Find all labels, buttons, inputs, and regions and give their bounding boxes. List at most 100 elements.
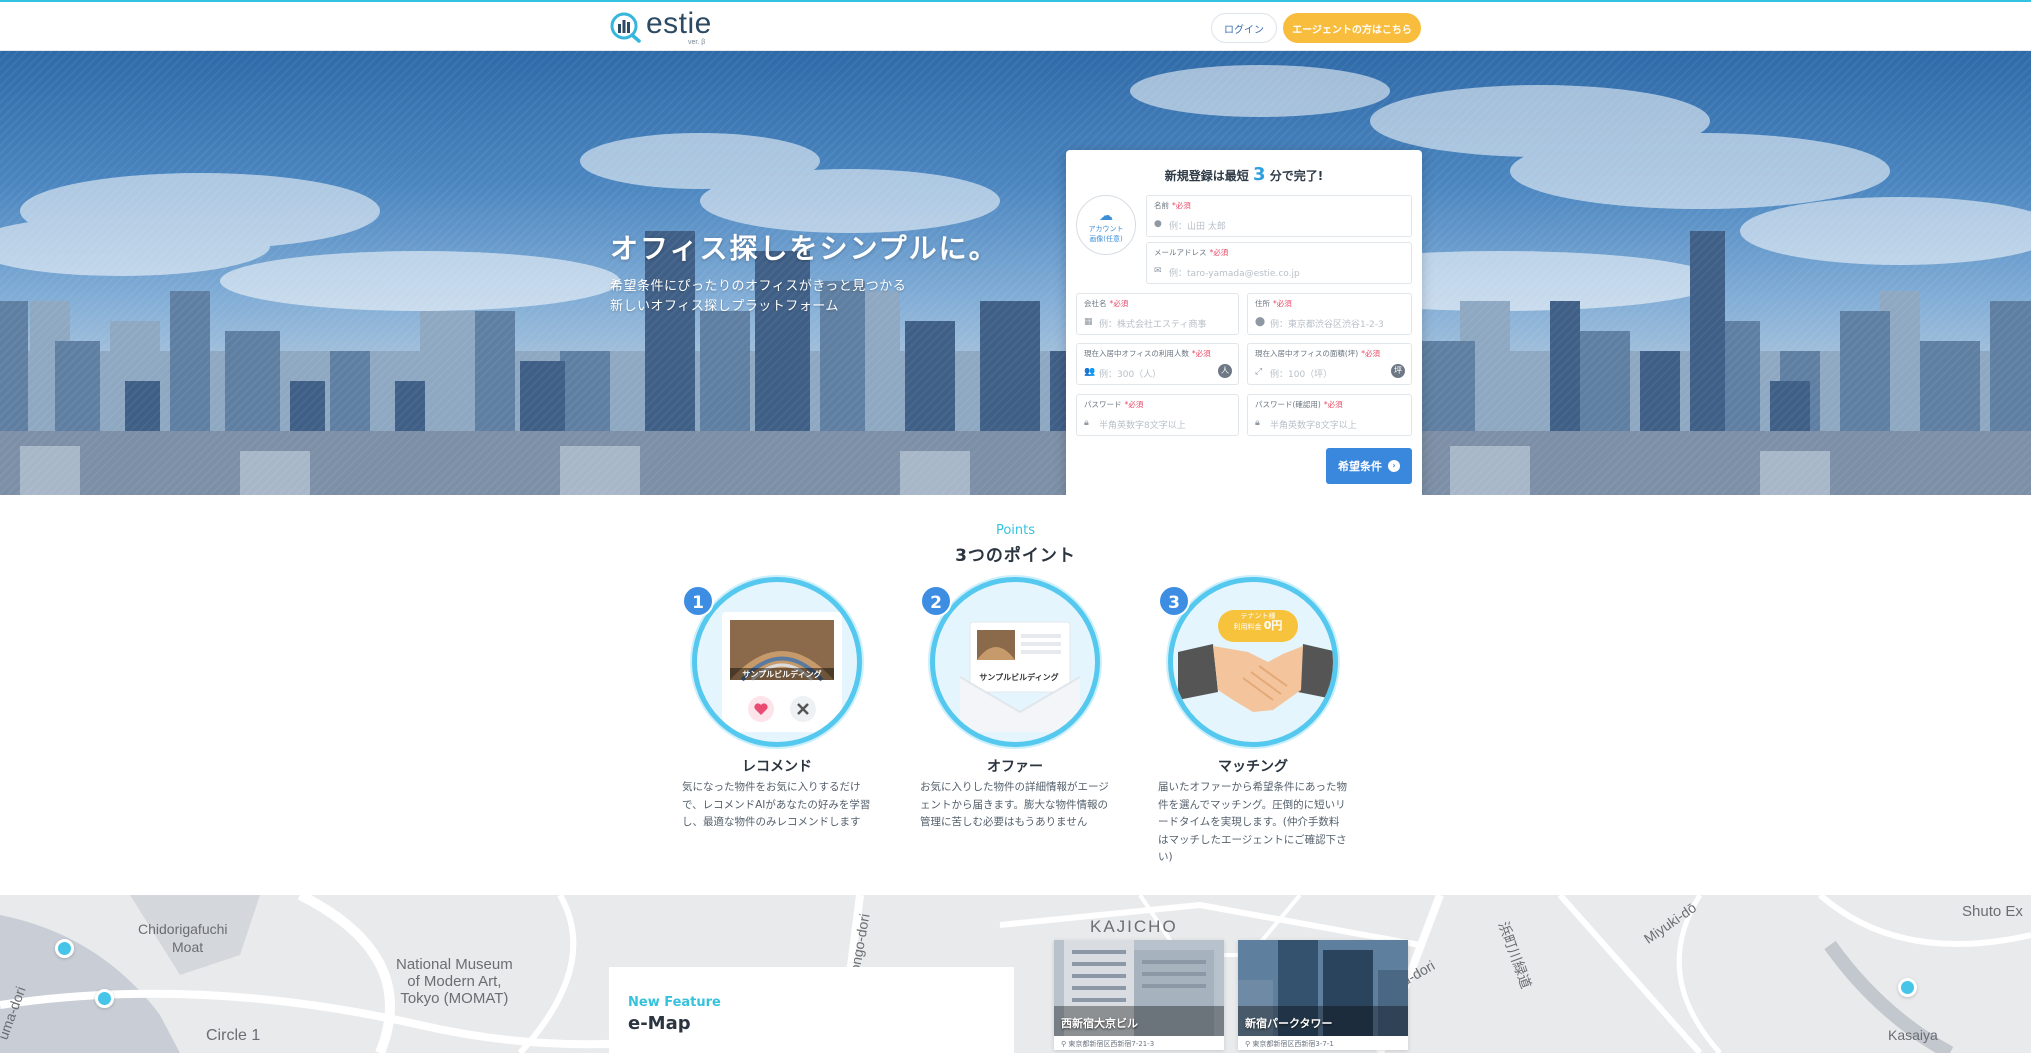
map-label-museum: National Museum of Modern Art, Tokyo (MO…	[396, 956, 513, 1007]
name-field[interactable]: 名前 *必須 ● 例：山田 太郎	[1146, 195, 1412, 237]
offer-illustration: サンプルビルディング	[930, 577, 1100, 747]
hero-overlay	[0, 51, 2031, 495]
address-field[interactable]: 住所 *必須 ⬤ 例：東京都渋谷区渋谷1-2-3	[1247, 293, 1412, 335]
map-label-museum-line2: of Modern Art,	[407, 973, 502, 990]
hero-section: オフィス探しをシンプルに。 希望条件にぴったりのオフィスがきっと見つかる 新しい…	[0, 51, 2031, 495]
feature-eyebrow: New Feature	[628, 995, 721, 1010]
point-matching: テナント様 利用料金 0円 3 マッチング 届いたオファーから希望条件にあった物…	[1158, 577, 1348, 867]
building-icon: ▦	[1084, 317, 1093, 327]
building-card[interactable]: 新宿パークタワー ⚲ 東京都新宿区西新宿3-7-1	[1238, 940, 1408, 1050]
tsubo-unit-icon: 坪	[1391, 364, 1405, 378]
building-address-text: 東京都新宿区西新宿3-7-1	[1252, 1040, 1334, 1048]
map-pin[interactable]	[55, 939, 74, 958]
matching-illustration: テナント様 利用料金 0円	[1168, 577, 1338, 747]
name-label: 名前 *必須	[1154, 200, 1191, 211]
fee-bubble-value: 0円	[1263, 619, 1283, 632]
company-placeholder: 例：株式会社エスティ商事	[1099, 320, 1207, 330]
logo-text: estie	[646, 7, 712, 40]
next-step-button[interactable]: 希望条件 ›	[1326, 448, 1412, 484]
map-label-kajicho: KAJICHO	[1090, 917, 1178, 936]
point-name: オファー	[987, 759, 1043, 775]
emap-feature-card: New Feature e-Map	[609, 967, 1014, 1053]
area-label: 現在入居中オフィスの面積(坪) *必須	[1255, 348, 1380, 359]
logo-icon	[610, 12, 641, 43]
point-number-badge: 1	[682, 585, 714, 617]
handshake-icon	[1178, 610, 1333, 712]
expand-icon: ⤢	[1255, 367, 1263, 377]
login-button[interactable]: ログイン	[1211, 13, 1277, 43]
required-mark: *必須	[1172, 201, 1191, 210]
fee-bubble-line2: 利用料金 0円	[1218, 619, 1298, 632]
form-title-suffix: 分で完了!	[1269, 169, 1324, 183]
building-address-text: 東京都新宿区西新宿7-21-3	[1068, 1040, 1155, 1048]
users-icon: 👥	[1084, 367, 1096, 377]
avatar-upload-button[interactable]: ☁ アカウント 画像(任意)	[1076, 195, 1136, 255]
next-step-label: 希望条件	[1338, 460, 1382, 473]
address-label-text: 住所	[1255, 299, 1270, 308]
envelope-icon	[959, 621, 1081, 732]
area-label-text: 現在入居中オフィスの面積(坪)	[1255, 349, 1359, 358]
map-pin[interactable]	[1898, 978, 1917, 997]
email-field[interactable]: メールアドレス *必須 ✉ 例：taro-yamada@estie.co.jp	[1146, 242, 1412, 284]
points-title: 3つのポイント	[955, 546, 1076, 566]
registration-form: 新規登録は最短 3 分で完了! ☁ アカウント 画像(任意) 名前 *必須 ● 例…	[1066, 150, 1422, 495]
name-placeholder: 例：山田 太郎	[1169, 222, 1226, 232]
name-label-text: 名前	[1154, 201, 1169, 210]
map-label-museum-line1: National Museum	[396, 956, 513, 973]
form-title-prefix: 新規登録は最短	[1164, 169, 1249, 183]
point-description: 届いたオファーから希望条件にあった物件を選んでマッチング。圧倒的に短いリードタイ…	[1158, 781, 1347, 863]
map-label-circle1: Circle 1	[206, 1027, 261, 1044]
required-mark: *必須	[1124, 400, 1144, 409]
building-address: ⚲ 東京都新宿区西新宿7-21-3	[1061, 1039, 1154, 1049]
point-description: お気に入りした物件の詳細情報がエージェントから届きます。膨大な物件情報の管理に苦…	[920, 781, 1109, 828]
recommend-card-label: サンプルビルディング	[742, 670, 822, 679]
form-title: 新規登録は最短 3 分で完了!	[1066, 164, 1422, 185]
points-eyebrow: Points	[995, 523, 1036, 538]
user-icon: ●	[1154, 219, 1162, 229]
hero-subtitle-line1: 希望条件にぴったりのオフィスがきっと見つかる	[610, 279, 907, 294]
required-mark: *必須	[1361, 349, 1380, 358]
area-placeholder: 例：100（坪）	[1270, 370, 1333, 380]
email-label-text: メールアドレス	[1154, 248, 1207, 257]
users-count-placeholder: 例：300（人）	[1099, 370, 1162, 380]
point-number-badge: 3	[1158, 585, 1190, 617]
company-field[interactable]: 会社名 *必須 ▦ 例：株式会社エスティ商事	[1076, 293, 1239, 335]
point-name: レコメンド	[742, 759, 812, 775]
point-name: マッチング	[1218, 759, 1288, 775]
hero-subtitle: 希望条件にぴったりのオフィスがきっと見つかる 新しいオフィス探しプラットフォーム	[610, 277, 906, 317]
area-field[interactable]: 現在入居中オフィスの面積(坪) *必須 ⤢ 例：100（坪） 坪	[1247, 343, 1412, 385]
person-unit-icon: 人	[1218, 364, 1232, 378]
password-confirm-placeholder: 半角英数字8文字以上	[1270, 421, 1357, 431]
offer-card-label: サンプルビルディング	[979, 673, 1059, 682]
agent-button[interactable]: エージェントの方はこちら	[1283, 13, 1421, 43]
required-mark: *必須	[1273, 299, 1292, 308]
logo[interactable]: estie ver. β	[610, 7, 712, 46]
email-placeholder: 例：taro-yamada@estie.co.jp	[1169, 269, 1300, 279]
map-pin[interactable]	[95, 989, 114, 1008]
fee-bubble-label: 利用料金	[1233, 623, 1262, 631]
email-label: メールアドレス *必須	[1154, 247, 1228, 258]
recommend-card-icon	[722, 612, 842, 732]
fee-bubble-line1: テナント様	[1240, 612, 1276, 620]
logo-version: ver. β	[688, 39, 706, 46]
location-pin-icon: ⬤	[1255, 317, 1266, 327]
emap-section: Chidorigafuchi Moat National Museum of M…	[0, 895, 2031, 1053]
password-label: パスワード *必須	[1084, 399, 1143, 410]
password-field[interactable]: パスワード *必須 🔒︎ 半角英数字8文字以上	[1076, 394, 1239, 436]
required-mark: *必須	[1323, 400, 1343, 409]
building-name: 西新宿大京ビル	[1061, 1017, 1138, 1030]
building-name: 新宿パークタワー	[1245, 1017, 1333, 1030]
map-label-shuto: Shuto Ex	[1962, 903, 2023, 920]
feature-title: e-Map	[628, 1013, 691, 1034]
map-label-moat: Moat	[172, 939, 204, 955]
users-count-field[interactable]: 現在入居中オフィスの利用人数 *必須 👥 例：300（人） 人	[1076, 343, 1239, 385]
users-count-label: 現在入居中オフィスの利用人数 *必須	[1084, 348, 1211, 359]
password-confirm-field[interactable]: パスワード(確認用) *必須 🔒︎ 半角英数字8文字以上	[1247, 394, 1412, 436]
required-mark: *必須	[1209, 248, 1229, 257]
lock-icon: 🔒︎	[1084, 418, 1089, 428]
address-label: 住所 *必須	[1255, 298, 1292, 309]
password-label-text: パスワード	[1084, 400, 1122, 409]
chevron-right-icon: ›	[1388, 460, 1400, 472]
building-card[interactable]: 西新宿大京ビル ⚲ 東京都新宿区西新宿7-21-3	[1054, 940, 1224, 1050]
point-description: 気になった物件をお気に入りするだけで、レコメンドAIがあなたの好みを学習し、最適…	[682, 781, 871, 828]
